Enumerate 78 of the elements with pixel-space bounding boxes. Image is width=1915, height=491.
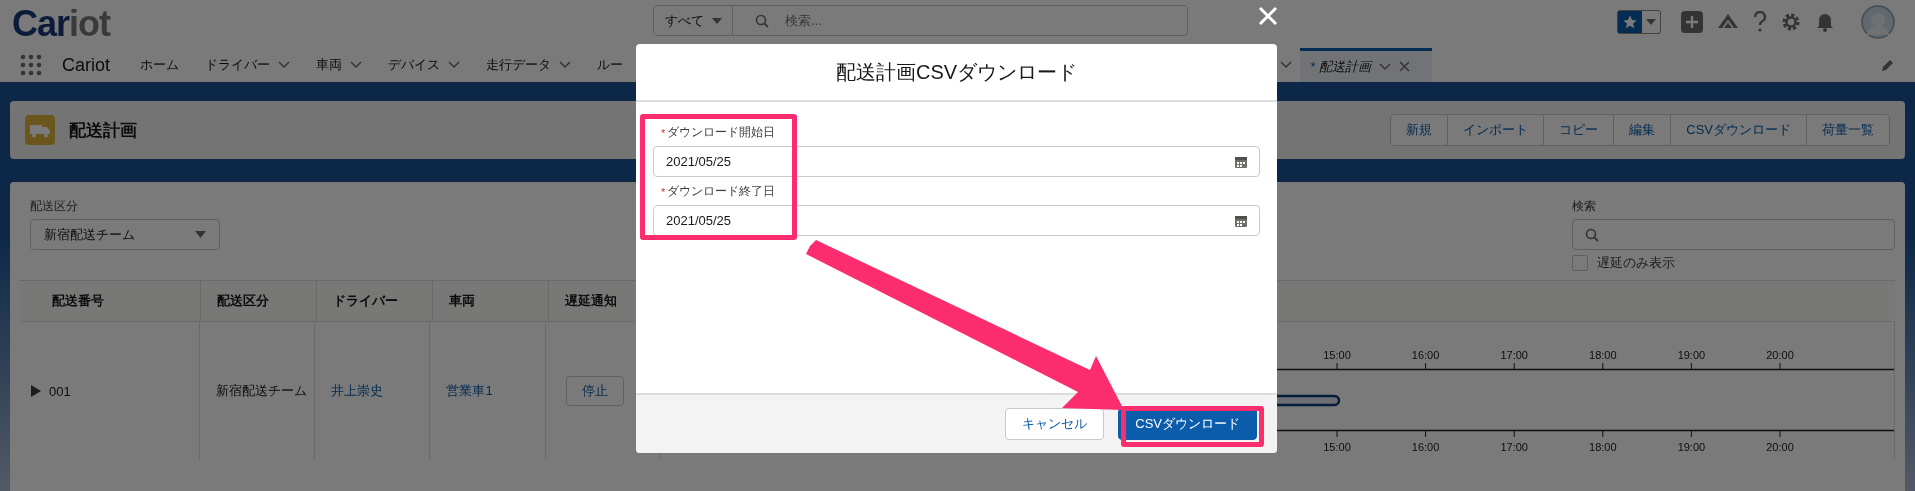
- hour-label: 20:00: [1766, 440, 1794, 453]
- chevron-down-icon[interactable]: [1379, 62, 1392, 71]
- hour-label: 15:00: [1323, 348, 1351, 361]
- search-scope-dropdown[interactable]: すべて: [654, 6, 733, 35]
- column-header: ドライバー: [317, 281, 433, 321]
- bell-icon[interactable]: [1815, 12, 1835, 32]
- nav-item[interactable]: ルー: [597, 48, 623, 82]
- column-header: 車両: [433, 281, 549, 321]
- table-cell: 001: [49, 383, 71, 399]
- close-icon[interactable]: [1399, 61, 1411, 72]
- open-tab[interactable]: * 配送計画: [1300, 48, 1432, 82]
- field-label: ダウンロード開始日: [667, 124, 776, 141]
- help-icon[interactable]: [1753, 11, 1767, 33]
- header-button[interactable]: 編集: [1613, 114, 1672, 146]
- hour-label: 15:00: [1323, 440, 1351, 453]
- star-icon: [1622, 14, 1638, 30]
- caret-icon: [1646, 19, 1656, 25]
- nav-item[interactable]: 走行データ: [486, 48, 571, 82]
- hour-label: 16:00: [1411, 440, 1440, 453]
- stop-button[interactable]: 停止: [565, 376, 624, 406]
- checkbox[interactable]: [1572, 255, 1588, 271]
- hour-label: 20:00: [1766, 348, 1794, 361]
- search-icon: [755, 13, 769, 28]
- search-icon: [1585, 227, 1599, 242]
- app-name: Cariot: [62, 54, 110, 76]
- column-header: 配送番号: [20, 281, 201, 321]
- truck-icon: [25, 115, 55, 145]
- nav-item[interactable]: 車両: [316, 48, 362, 82]
- nav-item[interactable]: ホーム: [140, 48, 179, 82]
- required-mark: *: [661, 185, 666, 198]
- column-header: 配送区分: [201, 281, 317, 321]
- avatar[interactable]: [1861, 5, 1895, 39]
- search-field[interactable]: [1572, 219, 1895, 250]
- global-search-field[interactable]: すべて 検索...: [653, 5, 1188, 36]
- header-button[interactable]: 新規: [1390, 114, 1449, 146]
- required-mark: *: [661, 126, 666, 139]
- page-title: 配送計画: [69, 119, 137, 142]
- plus-icon[interactable]: [1681, 11, 1703, 33]
- date-field[interactable]: 2021/05/25: [653, 146, 1260, 177]
- chevron-down-icon[interactable]: [278, 61, 290, 69]
- caret-icon: [195, 231, 206, 238]
- header-button[interactable]: インポート: [1447, 114, 1545, 146]
- calendar-icon[interactable]: [1235, 214, 1247, 227]
- field-label: ダウンロード終了日: [667, 183, 776, 200]
- driver-link[interactable]: 井上崇史: [331, 382, 384, 400]
- hour-label: 18:00: [1589, 348, 1617, 361]
- filter-label: 配送区分: [30, 198, 79, 215]
- calendar-icon[interactable]: [1235, 155, 1247, 168]
- pencil-icon[interactable]: [1881, 58, 1895, 72]
- hour-label: 17:00: [1500, 440, 1528, 453]
- header-button[interactable]: 荷量一覧: [1806, 114, 1890, 146]
- hour-label: 19:00: [1677, 348, 1706, 361]
- settings-icon[interactable]: [1781, 12, 1801, 32]
- search-label: 検索: [1572, 198, 1597, 215]
- modal-title: 配送計画CSVダウンロード: [835, 59, 1078, 85]
- hour-label: 18:00: [1589, 440, 1617, 453]
- vehicle-link[interactable]: 営業車1: [446, 382, 493, 400]
- hour-label: 17:00: [1500, 348, 1528, 361]
- date-field[interactable]: 2021/05/25: [653, 205, 1260, 236]
- header-button[interactable]: コピー: [1543, 114, 1615, 146]
- nav-item[interactable]: ドライバー: [205, 48, 290, 82]
- nav-item[interactable]: デバイス: [388, 48, 460, 82]
- favorites-button[interactable]: [1617, 10, 1661, 34]
- header-button[interactable]: CSVダウンロード: [1670, 114, 1807, 146]
- chevron-down-icon[interactable]: [559, 61, 571, 69]
- cancel-button[interactable]: キャンセル: [1005, 408, 1105, 440]
- checkbox-label: 遅延のみ表示: [1597, 254, 1675, 272]
- hour-label: 19:00: [1677, 440, 1706, 453]
- app-launcher-icon[interactable]: [20, 54, 42, 76]
- logo[interactable]: Cariot: [12, 3, 110, 45]
- chevron-down-icon[interactable]: [350, 61, 362, 69]
- chevron-down-icon[interactable]: [448, 61, 460, 69]
- table-cell: 新宿配送チーム: [215, 382, 307, 400]
- category-select[interactable]: 新宿配送チーム: [30, 219, 220, 250]
- expand-triangle-icon[interactable]: [31, 385, 41, 397]
- chevron-down-icon[interactable]: [1280, 61, 1292, 69]
- caret-icon: [711, 17, 722, 24]
- hour-label: 16:00: [1411, 348, 1440, 361]
